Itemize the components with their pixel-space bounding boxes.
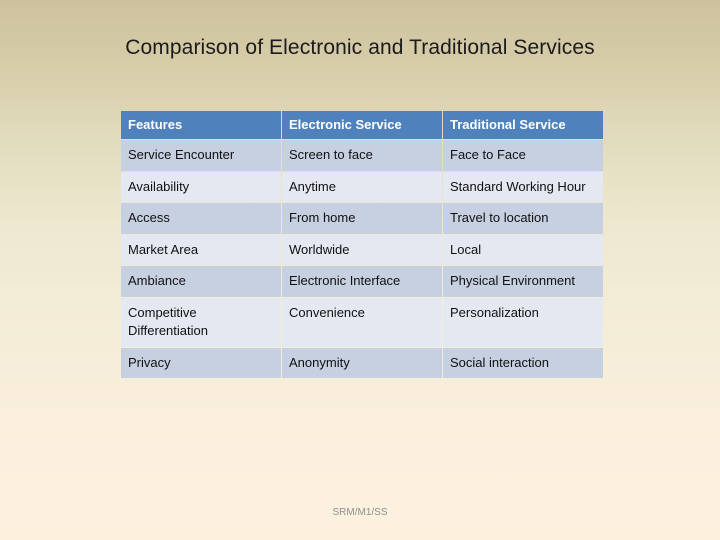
cell-traditional: Local xyxy=(443,234,603,266)
comparison-table: Features Electronic Service Traditional … xyxy=(120,110,604,379)
table-header-row: Features Electronic Service Traditional … xyxy=(121,111,603,140)
slide-footer: SRM/M1/SS xyxy=(332,507,388,518)
column-header-electronic-service: Electronic Service xyxy=(282,111,442,140)
cell-feature: Service Encounter xyxy=(121,140,281,171)
cell-feature: Ambiance xyxy=(121,266,281,297)
cell-electronic: Anonymity xyxy=(282,347,442,379)
cell-traditional: Face to Face xyxy=(443,140,603,171)
cell-traditional: Standard Working Hour xyxy=(443,171,603,203)
cell-traditional: Social interaction xyxy=(443,347,603,379)
table-row: Service Encounter Screen to face Face to… xyxy=(121,140,603,171)
page-title: Comparison of Electronic and Traditional… xyxy=(125,36,595,59)
table-row: Availability Anytime Standard Working Ho… xyxy=(121,171,603,203)
cell-traditional: Travel to location xyxy=(443,203,603,234)
cell-feature: Privacy xyxy=(121,347,281,379)
table-row: Privacy Anonymity Social interaction xyxy=(121,347,603,379)
cell-electronic: Electronic Interface xyxy=(282,266,442,297)
column-header-features: Features xyxy=(121,111,281,140)
cell-electronic: Screen to face xyxy=(282,140,442,171)
cell-traditional: Personalization xyxy=(443,297,603,347)
table-row: Access From home Travel to location xyxy=(121,203,603,234)
cell-electronic: Worldwide xyxy=(282,234,442,266)
cell-feature: Competitive Differentiation xyxy=(121,297,281,347)
cell-traditional: Physical Environment xyxy=(443,266,603,297)
cell-feature: Market Area xyxy=(121,234,281,266)
table-row: Ambiance Electronic Interface Physical E… xyxy=(121,266,603,297)
cell-electronic: Anytime xyxy=(282,171,442,203)
cell-electronic: From home xyxy=(282,203,442,234)
cell-feature: Availability xyxy=(121,171,281,203)
table-row: Market Area Worldwide Local xyxy=(121,234,603,266)
cell-feature: Access xyxy=(121,203,281,234)
slide-canvas: Comparison of Electronic and Traditional… xyxy=(0,0,720,540)
cell-electronic: Convenience xyxy=(282,297,442,347)
column-header-traditional-service: Traditional Service xyxy=(443,111,603,140)
table-row: Competitive Differentiation Convenience … xyxy=(121,297,603,347)
